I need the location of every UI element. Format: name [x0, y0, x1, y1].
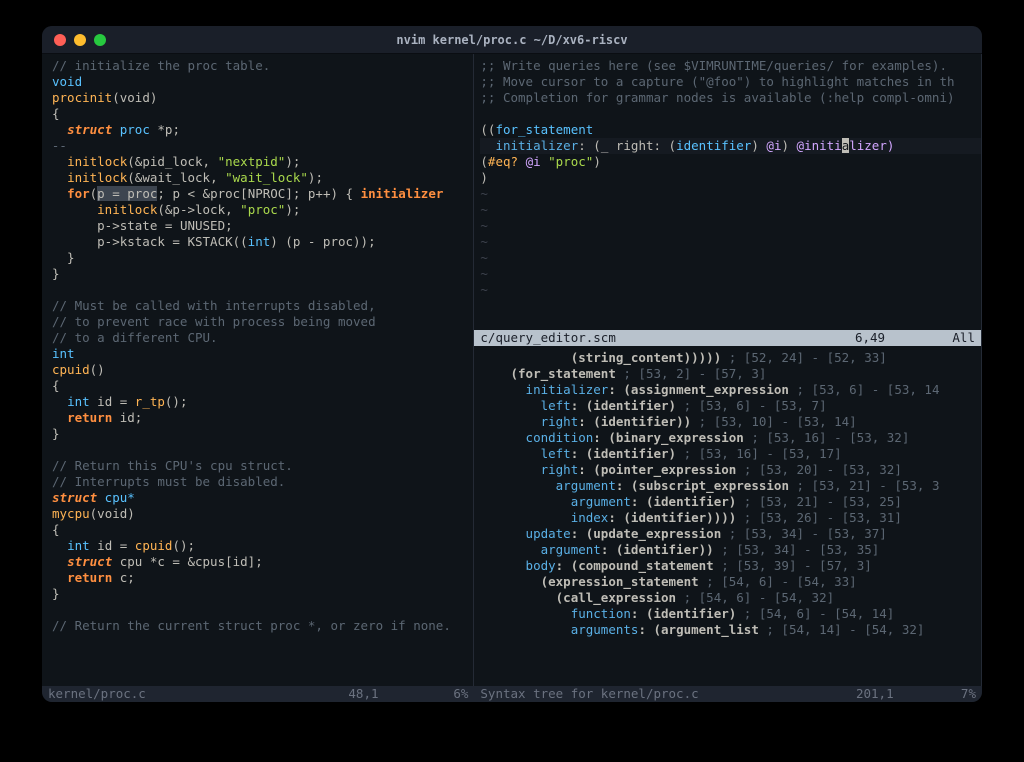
query-content[interactable]: ;; Write queries here (see $VIMRUNTIME/q… [480, 58, 981, 298]
status-bar-query: c/query_editor.scm 6,49 All [474, 330, 981, 346]
query-editor-pane[interactable]: ;; Write queries here (see $VIMRUNTIME/q… [474, 54, 982, 346]
status-bar-left: kernel/proc.c 48,1 6% [42, 686, 474, 702]
titlebar[interactable]: nvim kernel/proc.c ~/D/xv6-riscv [42, 26, 982, 54]
tree-content[interactable]: (string_content))))) ; [52, 24] - [52, 3… [480, 350, 981, 638]
close-icon[interactable] [54, 34, 66, 46]
window-title: nvim kernel/proc.c ~/D/xv6-riscv [54, 32, 970, 48]
zoom-icon[interactable] [94, 34, 106, 46]
minimize-icon[interactable] [74, 34, 86, 46]
status-bar-tree: Syntax tree for kernel/proc.c 201,1 7% [474, 686, 982, 702]
traffic-lights [54, 34, 106, 46]
code-content[interactable]: // initialize the proc table. void proci… [52, 58, 473, 634]
editor-body: // initialize the proc table. void proci… [42, 54, 982, 686]
left-pane-proc-c[interactable]: // initialize the proc table. void proci… [42, 54, 474, 686]
terminal-window: nvim kernel/proc.c ~/D/xv6-riscv // init… [42, 26, 982, 702]
syntax-tree-pane[interactable]: (string_content))))) ; [52, 24] - [52, 3… [474, 346, 982, 686]
footer-statusbars: kernel/proc.c 48,1 6% Syntax tree for ke… [42, 686, 982, 702]
